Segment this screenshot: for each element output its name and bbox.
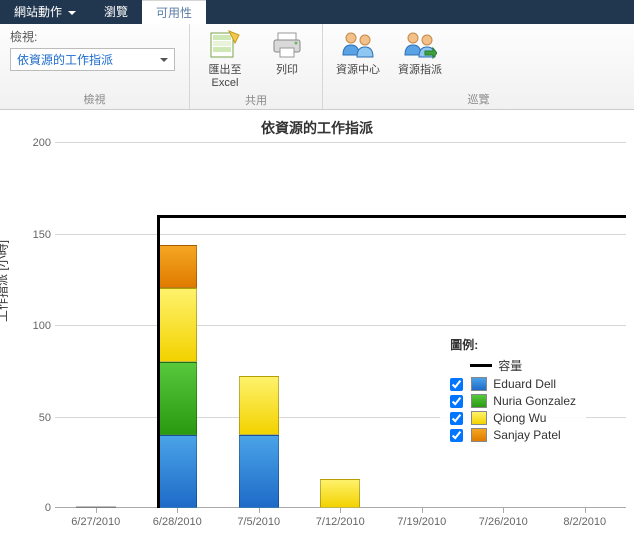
xtick-5: 7/26/2010: [479, 516, 528, 528]
excel-icon: [208, 28, 242, 62]
chart: 依資源的工作指派 工作指派 [小時] 200 150 100 50 0: [0, 110, 634, 534]
printer-icon: [270, 28, 304, 62]
site-actions-menu[interactable]: 網站動作: [0, 0, 90, 24]
legend-check-qiong[interactable]: [450, 412, 463, 425]
view-select-value: 依資源的工作指派: [17, 53, 113, 67]
ribbon-group-navigate: 資源中心 資源指派 巡覽: [323, 24, 634, 109]
tab-browse[interactable]: 瀏覽: [90, 0, 142, 24]
chart-title: 依資源的工作指派: [0, 110, 634, 138]
seg-qiong: [157, 288, 197, 361]
tab-availability[interactable]: 可用性: [142, 0, 206, 24]
swatch-orange: [471, 428, 487, 442]
xtick-1: 6/28/2010: [153, 516, 202, 528]
seg-eduard: [76, 506, 116, 508]
ytick-200: 200: [21, 137, 51, 149]
xtick-2: 7/5/2010: [237, 516, 280, 528]
legend-row-capacity: 容量: [450, 357, 576, 374]
xtick-0: 6/27/2010: [71, 516, 120, 528]
legend-sanjay-label: Sanjay Patel: [493, 428, 560, 442]
view-select[interactable]: 依資源的工作指派: [10, 48, 175, 71]
capacity-line: [157, 215, 626, 218]
swatch-blue: [471, 377, 487, 391]
plot-area: 200 150 100 50 0: [55, 142, 626, 508]
resource-assign-button[interactable]: 資源指派: [395, 28, 445, 77]
swatch-yellow: [471, 411, 487, 425]
print-button[interactable]: 列印: [262, 28, 312, 77]
seg-eduard: [239, 435, 279, 508]
legend-check-eduard[interactable]: [450, 378, 463, 391]
ytick-150: 150: [21, 229, 51, 241]
print-label: 列印: [276, 64, 298, 77]
legend-check-nuria[interactable]: [450, 395, 463, 408]
top-tabs: 網站動作 瀏覽 可用性: [0, 0, 634, 24]
legend-title: 圖例:: [450, 336, 576, 353]
legend-row-sanjay: Sanjay Patel: [450, 428, 576, 442]
seg-qiong: [239, 376, 279, 435]
resource-center-label: 資源中心: [336, 64, 380, 77]
people-assign-icon: [403, 28, 437, 62]
bars: [55, 142, 626, 508]
legend-row-qiong: Qiong Wu: [450, 411, 576, 425]
xtick-6: 8/2/2010: [563, 516, 606, 528]
legend-row-eduard: Eduard Dell: [450, 377, 576, 391]
seg-sanjay: [157, 245, 197, 289]
xtick-4: 7/19/2010: [397, 516, 446, 528]
capacity-line-icon: [470, 364, 492, 367]
y-axis-title: 工作指派 [小時]: [0, 240, 11, 322]
people-icon: [341, 28, 375, 62]
legend-qiong-label: Qiong Wu: [493, 411, 546, 425]
resource-assign-label: 資源指派: [398, 64, 442, 77]
export-excel-button[interactable]: 匯出至 Excel: [200, 28, 250, 90]
ytick-50: 50: [21, 412, 51, 424]
legend-row-nuria: Nuria Gonzalez: [450, 394, 576, 408]
ytick-100: 100: [21, 320, 51, 332]
legend-eduard-label: Eduard Dell: [493, 377, 556, 391]
seg-nuria: [157, 362, 197, 435]
seg-qiong: [320, 479, 360, 508]
legend: 圖例: 容量 Eduard Dell Nuria Gonzalez Qiong …: [440, 330, 586, 453]
legend-capacity-label: 容量: [498, 357, 522, 374]
capacity-riser: [157, 215, 160, 508]
view-field-label: 檢視:: [10, 28, 175, 45]
ribbon-group-view-label: 檢視: [10, 89, 179, 107]
legend-check-sanjay[interactable]: [450, 429, 463, 442]
ribbon-group-share-label: 共用: [200, 90, 312, 108]
seg-eduard: [157, 435, 197, 508]
legend-nuria-label: Nuria Gonzalez: [493, 394, 576, 408]
ribbon-group-navigate-label: 巡覽: [333, 89, 624, 107]
ribbon-group-view: 檢視: 依資源的工作指派 檢視: [0, 24, 190, 109]
export-excel-label: 匯出至 Excel: [200, 64, 250, 90]
ytick-0: 0: [21, 502, 51, 514]
xtick-3: 7/12/2010: [316, 516, 365, 528]
ribbon: 檢視: 依資源的工作指派 檢視 匯出至 Excel 列印 共用: [0, 24, 634, 110]
swatch-green: [471, 394, 487, 408]
ribbon-group-share: 匯出至 Excel 列印 共用: [190, 24, 323, 109]
resource-center-button[interactable]: 資源中心: [333, 28, 383, 77]
